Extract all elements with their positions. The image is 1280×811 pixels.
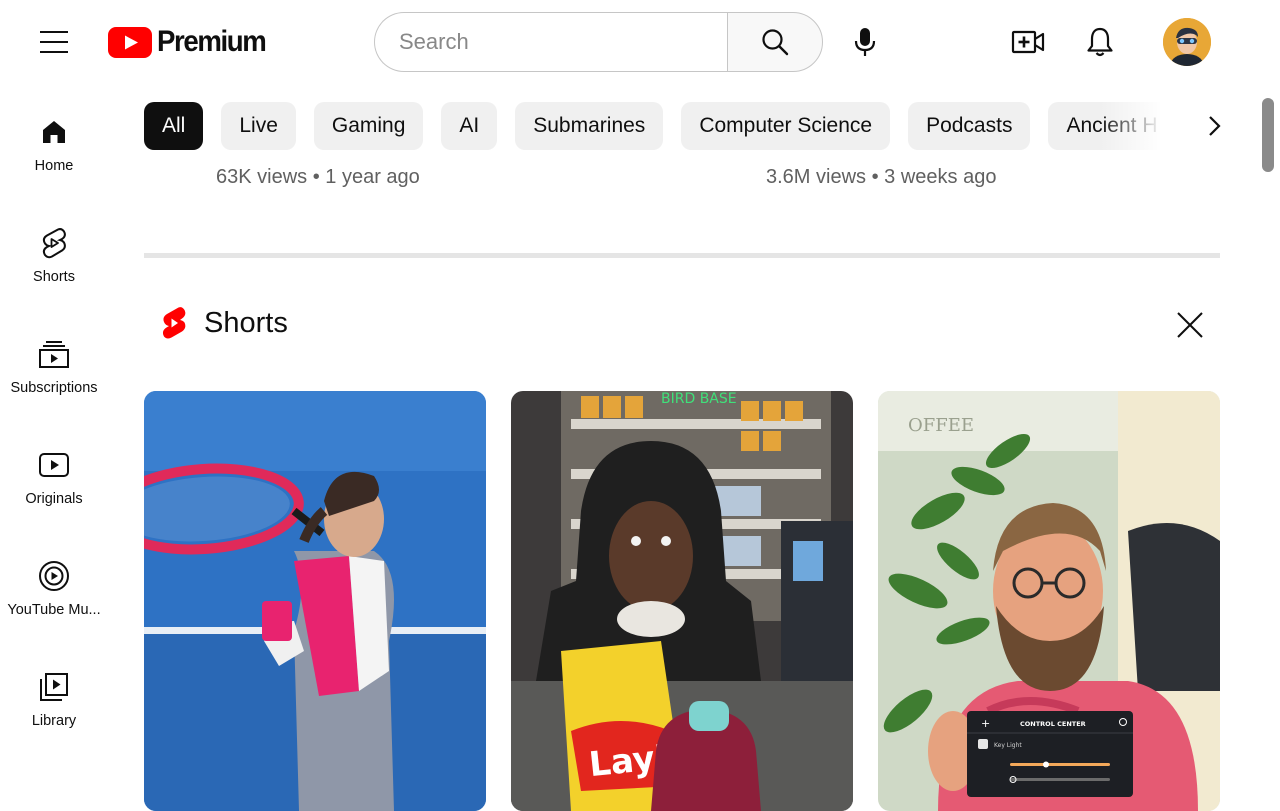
short-card-2[interactable]: BIRD BASE Lay's — [511, 391, 853, 811]
create-button[interactable] — [1004, 18, 1052, 66]
voice-search-button[interactable] — [840, 17, 890, 67]
overlay-item: Key Light — [994, 742, 1022, 749]
originals-icon — [38, 449, 70, 481]
sidebar-item-label: Subscriptions — [10, 380, 98, 396]
chip-ancient-history[interactable]: Ancient H — [1048, 102, 1160, 150]
sidebar-item-label: Library — [31, 713, 77, 729]
sidebar-item-youtube-music[interactable]: YouTube Mu... — [0, 528, 108, 628]
avatar-image — [1163, 18, 1211, 66]
close-icon — [1177, 312, 1203, 338]
youtube-play-icon — [108, 26, 152, 58]
hamburger-line — [40, 31, 68, 33]
overlay-title: CONTROL CENTER — [1020, 720, 1086, 728]
search-icon — [762, 29, 789, 56]
svg-text:BIRD BASE: BIRD BASE — [661, 391, 737, 407]
chip-submarines[interactable]: Submarines — [515, 102, 664, 150]
shorts-shelf-header: Shorts — [160, 306, 288, 340]
chips-scroll-right-button[interactable] — [1192, 104, 1236, 148]
short-card-1[interactable] — [144, 391, 486, 811]
notifications-button[interactable] — [1076, 18, 1124, 66]
sidebar-item-label: Shorts — [33, 269, 75, 285]
svg-text:OFFEE: OFFEE — [908, 415, 974, 436]
youtube-music-icon — [38, 560, 70, 592]
youtube-premium-logo[interactable]: Premium — [108, 26, 275, 58]
meta-separator: • — [312, 166, 326, 188]
chip-all[interactable]: All — [144, 102, 204, 150]
sidebar-item-subscriptions[interactable]: Subscriptions — [0, 306, 108, 406]
bell-icon — [1087, 27, 1113, 57]
chip-podcasts[interactable]: Podcasts — [908, 102, 1031, 150]
video-metadata: 63K views • 1 year ago — [216, 166, 420, 189]
filter-chip-bar: All Live Gaming AI Submarines Computer S… — [144, 102, 1160, 150]
library-icon — [38, 671, 70, 703]
hamburger-line — [40, 41, 68, 43]
video-metadata: 3.6M views • 3 weeks ago — [766, 166, 996, 189]
close-shelf-button[interactable] — [1170, 305, 1210, 345]
sidebar-item-label: Originals — [25, 491, 83, 507]
sidebar-item-originals[interactable]: Originals — [0, 417, 108, 517]
meta-separator: • — [871, 166, 885, 188]
home-icon — [38, 116, 70, 148]
page-scrollbar-thumb[interactable] — [1262, 98, 1274, 172]
hamburger-line — [40, 51, 68, 53]
sidebar-item-library[interactable]: Library — [0, 639, 108, 739]
chevron-right-icon — [1209, 116, 1221, 136]
chip-computer-science[interactable]: Computer Science — [681, 102, 891, 150]
tennis-player-thumbnail — [144, 391, 486, 811]
upload-age: 3 weeks ago — [884, 166, 997, 188]
chip-gaming[interactable]: Gaming — [313, 102, 424, 150]
view-count: 63K views — [216, 166, 308, 188]
top-bar: Premium — [0, 0, 1280, 84]
short-card-3[interactable]: OFFEE + CONTROL CENTER Key Light — [878, 391, 1220, 811]
subscriptions-icon — [38, 338, 70, 370]
view-count: 3.6M views — [766, 166, 867, 188]
chip-ai[interactable]: AI — [441, 102, 498, 150]
search-button[interactable] — [727, 12, 823, 72]
video-camera-plus-icon — [1011, 30, 1045, 54]
search-input[interactable] — [399, 29, 699, 55]
sidebar-item-shorts[interactable]: Shorts — [0, 195, 108, 295]
shelf-title: Shorts — [204, 306, 288, 339]
shorts-icon — [38, 227, 70, 259]
sidebar-item-home[interactable]: Home — [0, 84, 108, 184]
sidebar-item-label: Home — [34, 158, 74, 174]
search-box[interactable] — [374, 12, 728, 72]
guide-menu-button[interactable] — [30, 22, 78, 62]
store-chips-thumbnail: BIRD BASE Lay's — [511, 391, 853, 811]
upload-age: 1 year ago — [325, 166, 420, 188]
microphone-icon — [854, 28, 876, 56]
logo-text: Premium — [157, 25, 267, 58]
sidebar-item-label: YouTube Mu... — [7, 602, 101, 618]
chip-live[interactable]: Live — [221, 102, 296, 150]
section-divider — [144, 253, 1220, 258]
control-center-thumbnail: OFFEE + CONTROL CENTER Key Light — [878, 391, 1220, 811]
svg-text:+: + — [981, 717, 990, 730]
shorts-logo-icon — [162, 307, 186, 339]
account-avatar[interactable] — [1163, 18, 1211, 66]
